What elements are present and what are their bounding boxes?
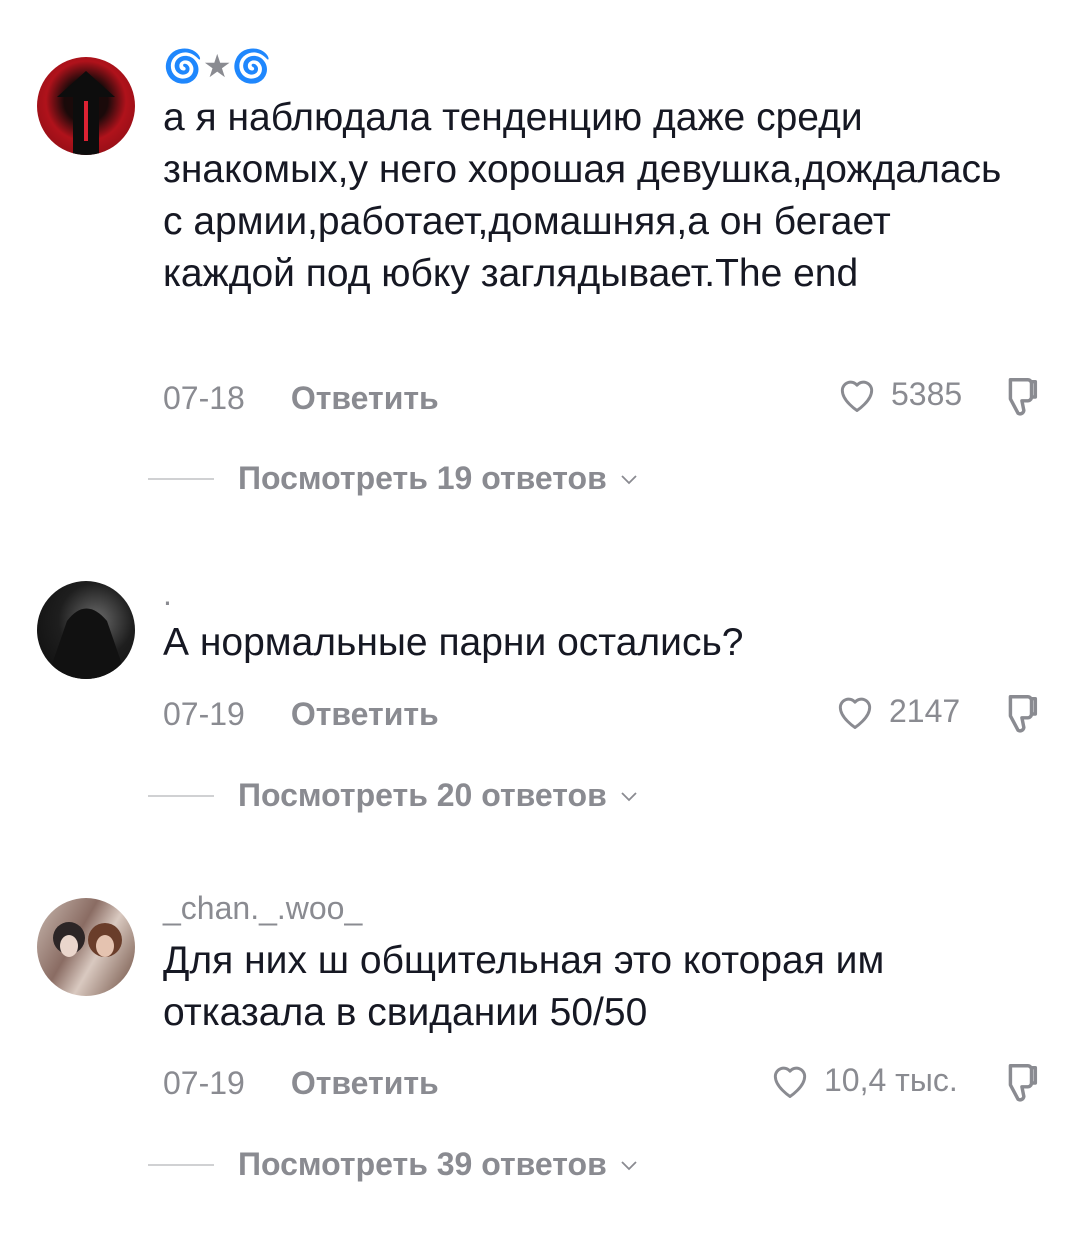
view-replies-button[interactable]: Посмотреть 19 ответов: [148, 460, 641, 497]
view-replies-label: Посмотреть 19 ответов: [238, 460, 607, 496]
comment-meta: 07-19 Ответить: [163, 694, 439, 734]
comment-date: 07-18: [163, 380, 245, 416]
like-button[interactable]: 2147: [833, 689, 960, 733]
comment-meta: 07-19 Ответить: [163, 1063, 439, 1103]
divider-line: [148, 477, 214, 480]
heart-outline-icon: [773, 1066, 807, 1098]
chevron-down-icon: [621, 791, 637, 801]
view-replies-label: Посмотреть 20 ответов: [238, 777, 607, 813]
thumbs-down-outline-icon: [1008, 695, 1038, 733]
reply-button[interactable]: Ответить: [291, 696, 439, 732]
comment-text: Для них ш общительная это которая им отк…: [163, 939, 885, 1034]
avatar[interactable]: [37, 898, 135, 996]
view-replies-button[interactable]: Посмотреть 39 ответов: [148, 1146, 641, 1183]
view-replies-label: Посмотреть 39 ответов: [238, 1146, 607, 1182]
comment-username[interactable]: _chan._.woo_: [163, 888, 362, 928]
heart-outline-icon: [838, 697, 872, 729]
avatar[interactable]: [37, 581, 135, 679]
like-count: 5385: [891, 375, 963, 412]
divider-line: [148, 1163, 214, 1166]
heart-outline-icon: [840, 380, 874, 412]
like-count: 10,4 тыс.: [824, 1061, 958, 1098]
like-button[interactable]: 10,4 тыс.: [768, 1058, 958, 1102]
thumbs-down-outline-icon: [1008, 1064, 1038, 1102]
comment-meta: 07-18 Ответить: [163, 378, 439, 418]
dislike-button[interactable]: [997, 691, 1043, 742]
view-replies-button[interactable]: Посмотреть 20 ответов: [148, 777, 641, 814]
thumbs-down-outline-icon: [1008, 378, 1038, 416]
comment-username[interactable]: .: [163, 574, 172, 614]
like-count: 2147: [889, 692, 961, 729]
chevron-down-icon: [621, 474, 637, 484]
dislike-button[interactable]: [997, 1060, 1043, 1111]
comment-text: А нормальные парни остались?: [163, 621, 744, 664]
comment-date: 07-19: [163, 696, 245, 732]
dislike-button[interactable]: [997, 374, 1043, 425]
reply-button[interactable]: Ответить: [291, 380, 439, 416]
reply-button[interactable]: Ответить: [291, 1065, 439, 1101]
like-button[interactable]: 5385: [835, 372, 962, 416]
comment-date: 07-19: [163, 1065, 245, 1101]
chevron-down-icon: [621, 1160, 637, 1170]
divider-line: [148, 794, 214, 797]
comment-username[interactable]: 🌀★🌀: [163, 46, 271, 86]
avatar[interactable]: [37, 57, 135, 155]
comment-text: а я наблюдала тенденцию даже среди знако…: [163, 96, 1002, 295]
